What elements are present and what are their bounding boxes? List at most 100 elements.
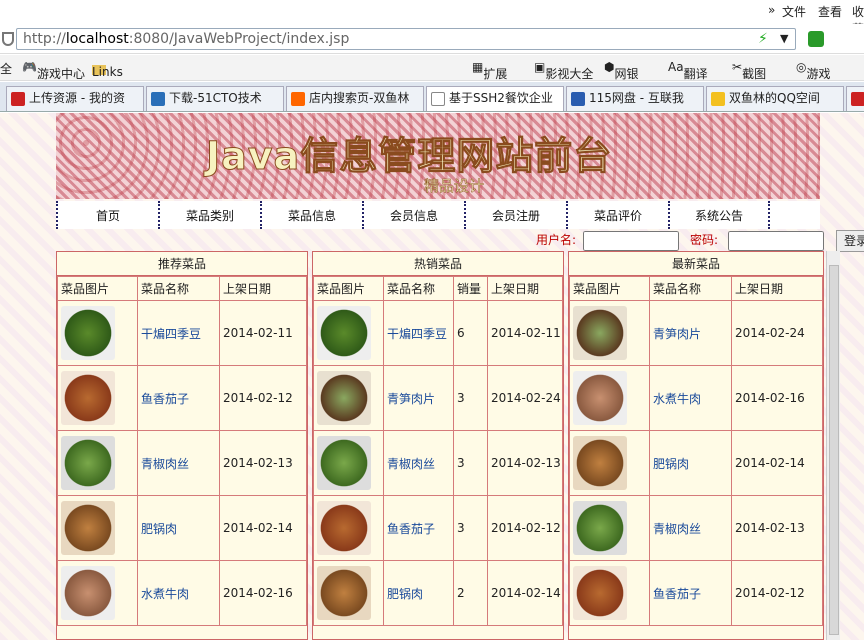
dish-name-link[interactable]: 青笋肉片 xyxy=(383,365,454,431)
table-row: 鱼香茄子 2014-02-12 xyxy=(57,365,307,431)
favorites-bar: 全 🎮 游戏中心 Links ▦ 扩展 ▣ 影视大全 ⬢ 网银 Aa 翻译 ✂ … xyxy=(0,55,864,81)
tab-extra[interactable] xyxy=(846,86,864,111)
login-button[interactable]: 登录 xyxy=(836,230,864,252)
toolbar-games[interactable]: ◎ 游戏 xyxy=(796,60,831,81)
dish-date: 2014-02-11 xyxy=(487,300,563,366)
dish-image[interactable] xyxy=(573,371,627,425)
toolbar-screenshot[interactable]: ✂ 截图 xyxy=(732,60,766,81)
toolbar-movies[interactable]: ▣ 影视大全 xyxy=(534,60,593,81)
site-banner: Java信息管理网站前台 精品设计 xyxy=(56,113,820,199)
tab-51cto[interactable]: 下载-51CTO技术 xyxy=(146,86,284,111)
nav-home[interactable]: 首页 xyxy=(56,201,158,229)
dish-name-link[interactable]: 青椒肉丝 xyxy=(137,430,220,496)
dish-name-link[interactable]: 青笋肉片 xyxy=(649,300,732,366)
col-header: 上架日期 xyxy=(487,276,563,301)
tab-upload[interactable]: 上传资源 - 我的资 xyxy=(6,86,144,111)
dish-date: 2014-02-14 xyxy=(487,560,563,626)
dish-name-link[interactable]: 鱼香茄子 xyxy=(383,495,454,561)
nav-category[interactable]: 菜品类别 xyxy=(158,201,260,229)
tab-strip: 上传资源 - 我的资 下载-51CTO技术 店内搜索页-双鱼林 基于SSH2餐饮… xyxy=(0,82,864,112)
nav-notice[interactable]: 系统公告 xyxy=(668,201,770,229)
dish-image[interactable] xyxy=(61,436,115,490)
tab-taobao[interactable]: 店内搜索页-双鱼林 xyxy=(286,86,424,111)
newest-title: 最新菜品 xyxy=(569,252,823,276)
url-input[interactable]: http://localhost:8080/JavaWebProject/ind… xyxy=(16,28,796,50)
tab-115[interactable]: 115网盘 - 互联我 xyxy=(566,86,704,111)
toolbar-translate[interactable]: Aa 翻译 xyxy=(668,60,708,81)
menu-file[interactable]: 文件 xyxy=(782,3,806,20)
toolbar-extend[interactable]: ▦ 扩展 xyxy=(472,60,507,81)
dish-image[interactable] xyxy=(317,501,371,555)
dish-date: 2014-02-11 xyxy=(219,300,307,366)
tab-ssh2[interactable]: 基于SSH2餐饮企业 xyxy=(426,86,564,111)
nav-dish-info[interactable]: 菜品信息 xyxy=(260,201,362,229)
tab-favicon-icon xyxy=(851,92,864,106)
vertical-scrollbar[interactable] xyxy=(826,251,840,640)
table-row: 青椒肉丝 2014-02-13 xyxy=(569,495,823,561)
dish-image[interactable] xyxy=(317,371,371,425)
dish-image[interactable] xyxy=(61,566,115,620)
newest-table: 菜品图片 菜品名称 上架日期 青笋肉片 2014-02-24 水煮牛肉 2014… xyxy=(569,276,823,626)
dish-date: 2014-02-13 xyxy=(219,430,307,496)
col-header: 菜品图片 xyxy=(569,276,650,301)
dish-name-link[interactable]: 鱼香茄子 xyxy=(137,365,220,431)
hot-table: 菜品图片 菜品名称 销量 上架日期 干煸四季豆 6 2014-02-11 青笋肉… xyxy=(313,276,563,626)
col-header: 菜品名称 xyxy=(649,276,732,301)
dish-name-link[interactable]: 肥锅肉 xyxy=(649,430,732,496)
fav-item-all[interactable]: 全 xyxy=(0,60,12,77)
dish-name-link[interactable]: 肥锅肉 xyxy=(383,560,454,626)
lightning-icon[interactable]: ⚡ xyxy=(758,31,768,47)
dish-sales: 3 xyxy=(453,365,488,431)
dish-image[interactable] xyxy=(573,501,627,555)
nav-member-info[interactable]: 会员信息 xyxy=(362,201,464,229)
scrollbar-thumb[interactable] xyxy=(829,265,839,635)
dish-name-link[interactable]: 干煸四季豆 xyxy=(383,300,454,366)
address-bar: http://localhost:8080/JavaWebProject/ind… xyxy=(0,24,864,54)
dish-name-link[interactable]: 鱼香茄子 xyxy=(649,560,732,626)
dish-name-link[interactable]: 青椒肉丝 xyxy=(383,430,454,496)
chevron-down-icon[interactable]: ▼ xyxy=(780,32,788,45)
username-input[interactable] xyxy=(583,231,679,251)
menu-view[interactable]: 查看 xyxy=(818,3,842,20)
dish-image[interactable] xyxy=(61,371,115,425)
dish-date: 2014-02-12 xyxy=(219,365,307,431)
dish-image[interactable] xyxy=(61,501,115,555)
recommend-table: 菜品图片 菜品名称 上架日期 干煸四季豆 2014-02-11 鱼香茄子 201… xyxy=(57,276,307,626)
dish-name-link[interactable]: 水煮牛肉 xyxy=(649,365,732,431)
dish-sales: 3 xyxy=(453,495,488,561)
dish-image[interactable] xyxy=(61,306,115,360)
dish-image[interactable] xyxy=(573,566,627,620)
dish-date: 2014-02-13 xyxy=(487,430,563,496)
dish-name-link[interactable]: 水煮牛肉 xyxy=(137,560,220,626)
dish-image[interactable] xyxy=(317,306,371,360)
col-header: 菜品名称 xyxy=(137,276,220,301)
col-header: 上架日期 xyxy=(731,276,823,301)
dish-date: 2014-02-12 xyxy=(487,495,563,561)
dish-name-link[interactable]: 干煸四季豆 xyxy=(137,300,220,366)
menu-more[interactable]: » xyxy=(768,3,775,17)
dish-image[interactable] xyxy=(317,436,371,490)
password-input[interactable] xyxy=(728,231,824,251)
tab-qq-space[interactable]: 双鱼林的QQ空间 xyxy=(706,86,844,111)
col-header: 上架日期 xyxy=(219,276,307,301)
dish-image[interactable] xyxy=(317,566,371,620)
dish-image[interactable] xyxy=(573,436,627,490)
username-label: 用户名: xyxy=(536,233,577,247)
site-title: Java信息管理网站前台 xyxy=(205,134,613,179)
tab-favicon-icon xyxy=(571,92,585,106)
fav-game-center[interactable]: 🎮 游戏中心 xyxy=(22,60,85,81)
col-header: 销量 xyxy=(453,276,488,301)
table-row: 肥锅肉 2014-02-14 xyxy=(569,430,823,496)
search-engine-icon[interactable] xyxy=(808,31,824,47)
dish-name-link[interactable]: 肥锅肉 xyxy=(137,495,220,561)
dish-date: 2014-02-16 xyxy=(731,365,823,431)
col-header: 菜品名称 xyxy=(383,276,454,301)
password-label: 密码: xyxy=(690,233,719,247)
recommend-title: 推荐菜品 xyxy=(57,252,307,276)
toolbar-bank[interactable]: ⬢ 网银 xyxy=(604,60,639,81)
dish-name-link[interactable]: 青椒肉丝 xyxy=(649,495,732,561)
nav-register[interactable]: 会员注册 xyxy=(464,201,566,229)
nav-review[interactable]: 菜品评价 xyxy=(566,201,668,229)
dish-image[interactable] xyxy=(573,306,627,360)
dish-date: 2014-02-14 xyxy=(219,495,307,561)
